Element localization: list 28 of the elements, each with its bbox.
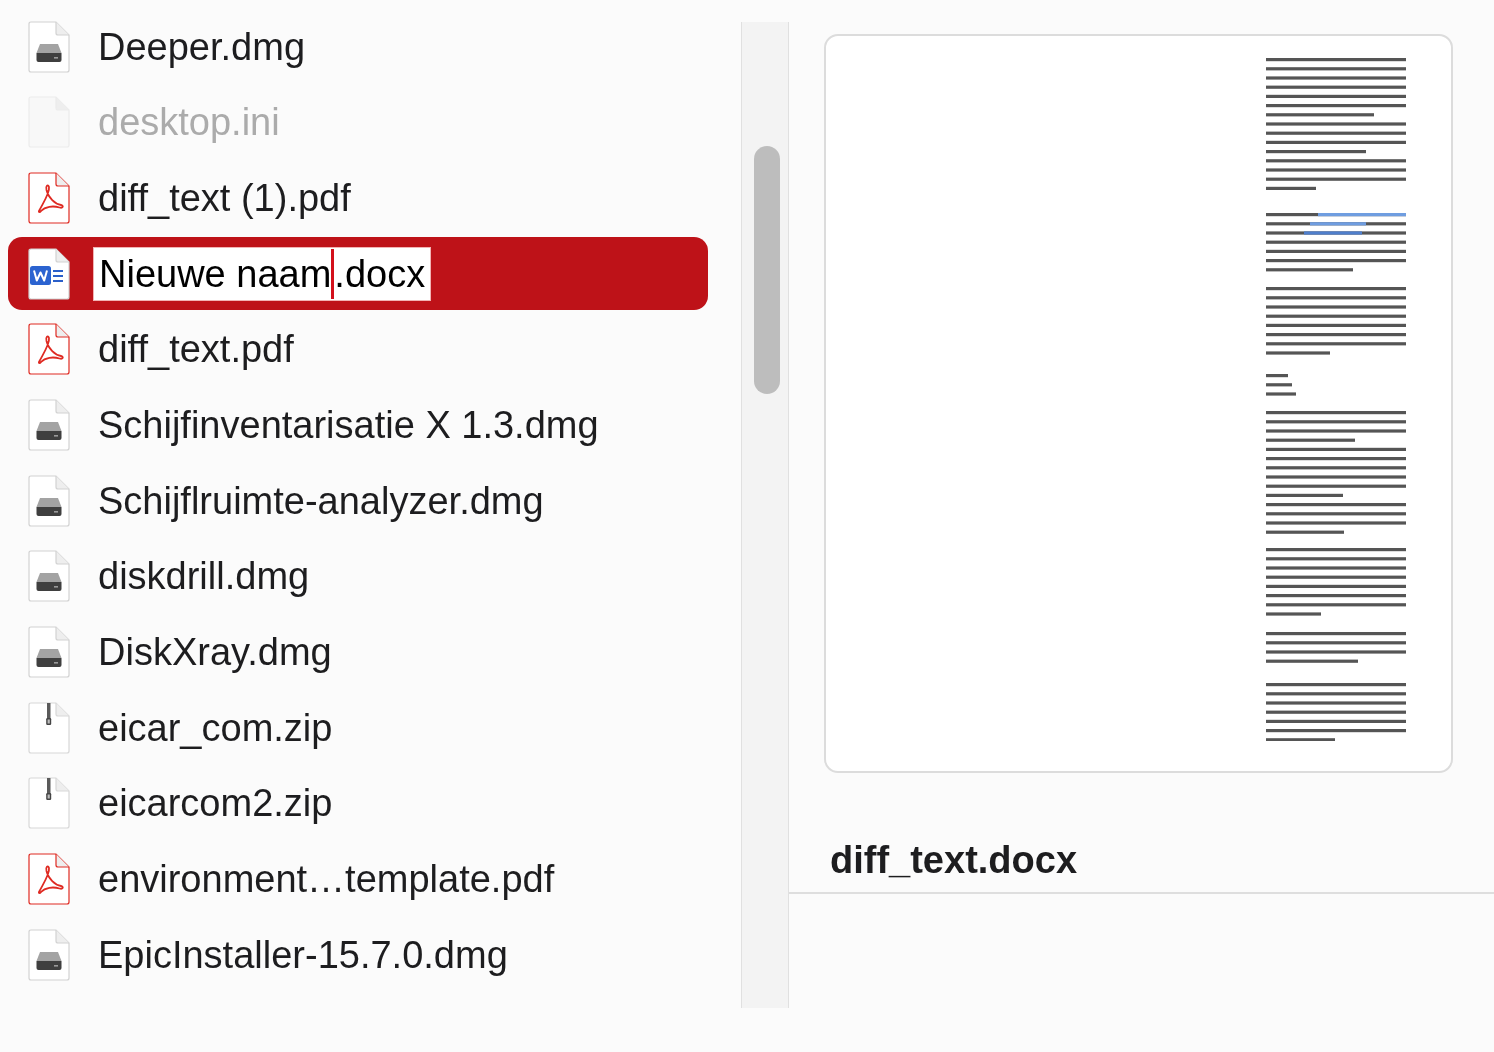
disk-image-icon (28, 550, 70, 603)
preview-title: diff_text.docx (830, 838, 1079, 882)
disk-image-icon (28, 20, 70, 73)
file-row[interactable]: Nieuwe naam.docx (8, 237, 708, 311)
disk-image-icon (28, 398, 70, 451)
zip-file-icon (28, 777, 70, 830)
file-row[interactable]: diff_text.pdf (8, 312, 708, 386)
disk-image-icon (28, 474, 70, 527)
file-row[interactable]: DiskXray.dmg (8, 615, 708, 689)
file-row[interactable]: EpicInstaller-15.7.0.dmg (8, 918, 708, 992)
zip-file-icon (28, 701, 70, 754)
text-cursor (331, 248, 335, 299)
file-row[interactable]: eicar_com.zip (8, 691, 708, 765)
scrollbar-thumb[interactable] (754, 146, 780, 394)
file-row[interactable]: Schijfinventarisatie X 1.3.dmg (8, 388, 708, 462)
disk-image-icon (28, 626, 70, 678)
pdf-file-icon (28, 853, 70, 906)
file-row[interactable]: diff_text (1).pdf (8, 161, 708, 235)
file-row[interactable]: environment…template.pdf (8, 842, 708, 916)
disk-image-icon (28, 928, 70, 981)
rename-field[interactable]: Nieuwe naam.docx (93, 246, 432, 301)
file-row[interactable]: Deeper.dmg (8, 10, 708, 83)
file-row[interactable]: Schijflruimte-analyzer.dmg (8, 464, 708, 538)
pdf-file-icon (28, 171, 70, 224)
file-row[interactable]: diskdrill.dmg (8, 539, 708, 613)
file-row[interactable]: eicarcom2.zip (8, 766, 708, 840)
pdf-file-icon (28, 323, 70, 376)
word-file-icon (28, 247, 70, 300)
